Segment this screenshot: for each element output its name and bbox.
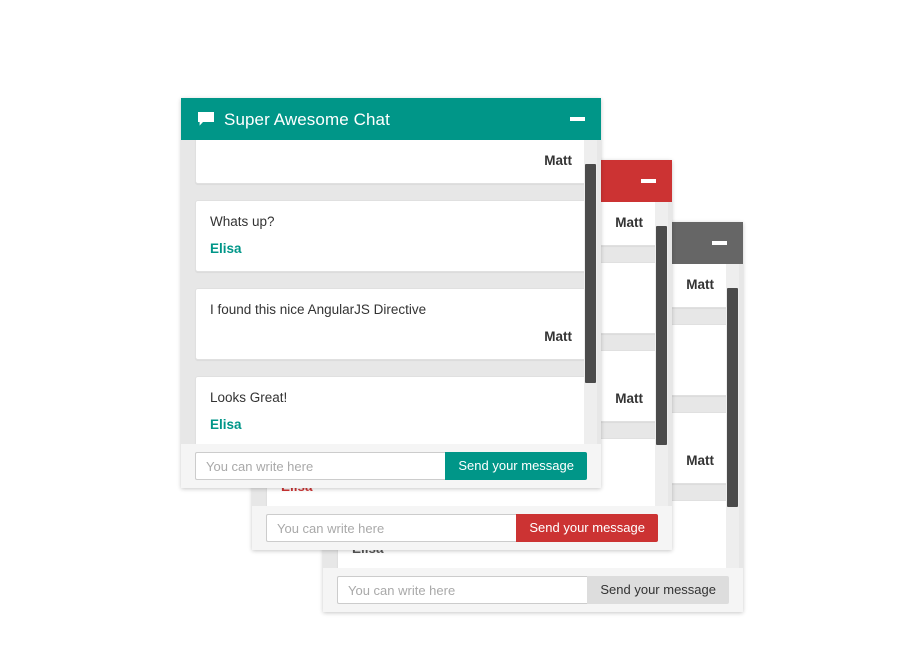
- chat-message-1: Hi! Matt: [195, 140, 587, 184]
- chat-input-group: Send your message: [195, 452, 587, 480]
- chat-scrollbar-track[interactable]: [584, 140, 597, 444]
- chat-message-container: Hi! Matt Whats up? Elisa I found this ni…: [195, 140, 587, 444]
- chat-message-list: Hi! Matt Whats up? Elisa I found this ni…: [181, 140, 601, 444]
- chat-window-gray-send-button[interactable]: Send your message: [587, 576, 729, 604]
- chat-footer: Send your message: [323, 568, 743, 612]
- chat-input-group: Send your message: [337, 576, 729, 604]
- chat-scrollbar-track[interactable]: [726, 264, 739, 568]
- chat-message-text: Looks Great!: [210, 390, 288, 405]
- chat-message-text: I found this nice AngularJS Directive: [210, 302, 427, 317]
- chat-window-red-send-button[interactable]: Send your message: [516, 514, 658, 542]
- minimize-icon: [569, 117, 585, 121]
- chat-window-green-send-button[interactable]: Send your message: [445, 452, 587, 480]
- chat-window-green-title: Super Awesome Chat: [224, 109, 390, 129]
- chat-message-author: Elisa: [210, 241, 242, 257]
- chat-window-gray-minimize-button[interactable]: [711, 235, 727, 251]
- chat-window-green[interactable]: Super Awesome Chat Hi! Matt Whats up? El…: [181, 98, 601, 488]
- chat-scrollbar-thumb[interactable]: [585, 164, 596, 384]
- chat-message-scroll-area[interactable]: Hi! Matt Whats up? Elisa I found this ni…: [181, 140, 601, 444]
- chat-message-text: Whats up?: [210, 214, 275, 229]
- comment-bubble-icon: [197, 111, 215, 129]
- chat-message-3: I found this nice AngularJS Directive Ma…: [195, 288, 587, 360]
- chat-window-red-minimize-button[interactable]: [640, 173, 656, 189]
- chat-window-green-header[interactable]: Super Awesome Chat: [181, 98, 601, 140]
- chat-window-red-message-input[interactable]: [266, 514, 517, 542]
- chat-message-author: Matt: [544, 153, 572, 169]
- chat-message-2: Whats up? Elisa: [195, 200, 587, 272]
- chat-scrollbar-thumb[interactable]: [727, 288, 738, 508]
- chat-windows-stage: Super Awesome Chat Hi! Matt Whats up? El…: [0, 0, 902, 645]
- chat-message-4: Looks Great! Elisa: [195, 376, 587, 444]
- chat-window-gray-message-input[interactable]: [337, 576, 588, 604]
- chat-message-author: Elisa: [210, 417, 242, 433]
- chat-scrollbar-track[interactable]: [655, 202, 668, 506]
- minimize-icon: [711, 241, 727, 245]
- chat-window-green-minimize-button[interactable]: [569, 111, 585, 127]
- chat-footer: Send your message: [181, 444, 601, 488]
- chat-message-author: Matt: [544, 329, 572, 345]
- chat-window-green-message-input[interactable]: [195, 452, 446, 480]
- chat-scrollbar-thumb[interactable]: [656, 226, 667, 446]
- chat-input-group: Send your message: [266, 514, 658, 542]
- minimize-icon: [640, 179, 656, 183]
- chat-footer: Send your message: [252, 506, 672, 550]
- chat-message-text: Hi!: [210, 140, 572, 143]
